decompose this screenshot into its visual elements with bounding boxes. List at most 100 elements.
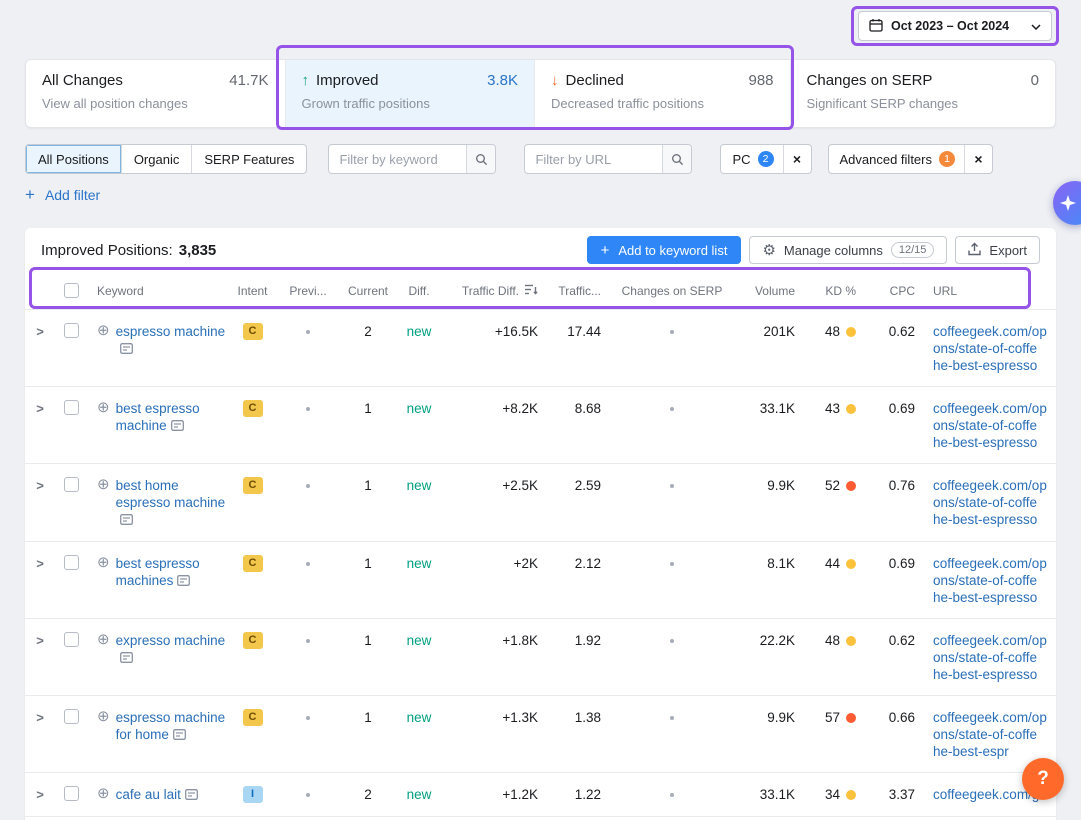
pc-filter-chip: PC 2 × [720,144,811,174]
chip-count-badge: 1 [939,151,955,167]
keyword-link[interactable]: espresso machine [116,324,226,339]
column-header-previous[interactable]: Previ... [275,284,341,298]
card-title: Changes on SERP [807,72,933,89]
column-header-traffic-diff[interactable]: Traffic Diff. [443,284,542,298]
chip-label: PC [732,152,750,167]
keyword-search-button[interactable] [466,145,495,173]
card-subtitle: Decreased traffic positions [551,96,774,111]
add-keyword-icon[interactable]: ⊕ [97,323,110,358]
add-keyword-icon[interactable]: ⊕ [97,400,110,435]
expand-row-icon[interactable]: > [36,632,44,649]
row-checkbox[interactable] [64,786,79,801]
url-link[interactable]: coffeegeek.com/opons/state-of-coffehe-be… [919,555,1056,606]
tab-serp-features[interactable]: SERP Features [192,145,306,173]
add-keyword-icon[interactable]: ⊕ [97,786,110,804]
row-checkbox[interactable] [64,709,79,724]
keyword-link[interactable]: cafe au lait [116,787,181,802]
card-declined[interactable]: ↓ Declined 988 Decreased traffic positio… [535,60,791,127]
column-header-changes-on-serp[interactable]: Changes on SERP [605,284,739,298]
column-header-intent[interactable]: Intent [230,284,275,298]
gear-icon: ⚙ [762,243,775,258]
previous-position-dot [306,330,310,334]
serp-snapshot-icon[interactable] [173,727,186,744]
keyword-cell: ⊕ best home espresso machine [87,477,230,529]
column-header-keyword[interactable]: Keyword [87,284,230,298]
expand-row-icon[interactable]: > [36,709,44,726]
card-value: 3.8K [487,72,518,89]
row-checkbox[interactable] [64,477,79,492]
url-link[interactable]: coffeegeek.com/opons/state-of-coffehe-be… [919,400,1056,451]
add-keyword-icon[interactable]: ⊕ [97,709,110,744]
keyword-link[interactable]: espresso machine for home [116,710,226,742]
keyword-link[interactable]: best home espresso machine [116,478,226,510]
serp-changes-dot [670,484,674,488]
date-range-picker[interactable]: Oct 2023 – Oct 2024 [858,11,1052,41]
column-header-current[interactable]: Current [341,284,395,298]
serp-snapshot-icon[interactable] [171,418,184,435]
serp-snapshot-icon[interactable] [185,787,198,804]
add-keyword-icon[interactable]: ⊕ [97,555,110,590]
kd-cell: 48 [799,632,860,649]
card-improved[interactable]: ↑ Improved 3.8K Grown traffic positions [286,60,536,127]
tab-all-positions[interactable]: All Positions [26,145,122,173]
help-button[interactable]: ? [1022,758,1064,800]
volume-cell: 9.9K [739,477,799,494]
manage-columns-button[interactable]: ⚙ Manage columns 12/15 [749,236,947,264]
expand-row-icon[interactable]: > [36,477,44,494]
expand-row-icon[interactable]: > [36,323,44,340]
column-header-diff[interactable]: Diff. [395,284,443,298]
url-link[interactable]: coffeegeek.com/opons/state-of-coffehe-be… [919,632,1056,683]
serp-snapshot-icon[interactable] [120,341,133,358]
expand-row-icon[interactable]: > [36,786,44,803]
add-to-keyword-list-label: Add to keyword list [618,243,727,258]
url-link[interactable]: coffeegeek.com/opons/state-of-coffehe-be… [919,709,1056,760]
add-filter-button[interactable]: + Add filter [25,186,100,203]
volume-cell: 8.1K [739,555,799,572]
expand-row-icon[interactable]: > [36,400,44,417]
add-keyword-icon[interactable]: ⊕ [97,632,110,667]
remove-advanced-filters-icon[interactable]: × [964,145,992,173]
add-keyword-icon[interactable]: ⊕ [97,477,110,529]
url-filter-input[interactable] [525,152,662,167]
remove-pc-filter-icon[interactable]: × [783,145,811,173]
advanced-filters-chip-button[interactable]: Advanced filters 1 [829,151,965,167]
column-header-kd[interactable]: KD % [799,284,860,298]
url-link[interactable]: coffeegeek.com/opons/state-of-coffehe-be… [919,323,1056,374]
traffic-cell: 2.59 [542,477,605,494]
url-link[interactable]: coffeegeek.com/opons/state-of-coffehe-be… [919,477,1056,528]
row-checkbox[interactable] [64,400,79,415]
column-header-volume[interactable]: Volume [739,284,799,298]
serp-snapshot-icon[interactable] [120,650,133,667]
row-checkbox[interactable] [64,632,79,647]
volume-cell: 22.2K [739,632,799,649]
column-header-cpc[interactable]: CPC [860,284,919,298]
url-search-button[interactable] [662,145,691,173]
traffic-cell: 1.38 [542,709,605,726]
add-to-keyword-list-button[interactable]: + Add to keyword list [587,236,742,264]
diff-cell: new [395,786,443,803]
traffic-diff-cell: +1.2K [443,786,542,803]
expand-row-icon[interactable]: > [36,555,44,572]
keyword-filter-input[interactable] [329,152,466,167]
column-header-traffic[interactable]: Traffic... [542,284,605,298]
summary-cards: All Changes 41.7K View all position chan… [25,59,1056,128]
traffic-cell: 17.44 [542,323,605,340]
export-button[interactable]: Export [955,236,1040,264]
select-all-checkbox[interactable] [64,283,79,298]
column-header-url[interactable]: URL [919,284,1056,298]
row-checkbox[interactable] [64,555,79,570]
keyword-link[interactable]: best espresso machine [116,401,200,433]
card-all-changes[interactable]: All Changes 41.7K View all position chan… [26,60,286,127]
row-checkbox[interactable] [64,323,79,338]
pc-filter-chip-button[interactable]: PC 2 [721,151,782,167]
serp-snapshot-icon[interactable] [120,512,133,529]
traffic-diff-cell: +8.2K [443,400,542,417]
kd-dot [846,327,856,337]
plus-icon: + [601,243,610,258]
traffic-cell: 1.22 [542,786,605,803]
serp-snapshot-icon[interactable] [177,573,190,590]
tab-organic[interactable]: Organic [122,145,193,173]
ai-assistant-button[interactable] [1053,181,1081,225]
card-changes-on-serp[interactable]: Changes on SERP 0 Significant SERP chang… [791,60,1055,127]
keyword-link[interactable]: expresso machine [116,633,226,648]
